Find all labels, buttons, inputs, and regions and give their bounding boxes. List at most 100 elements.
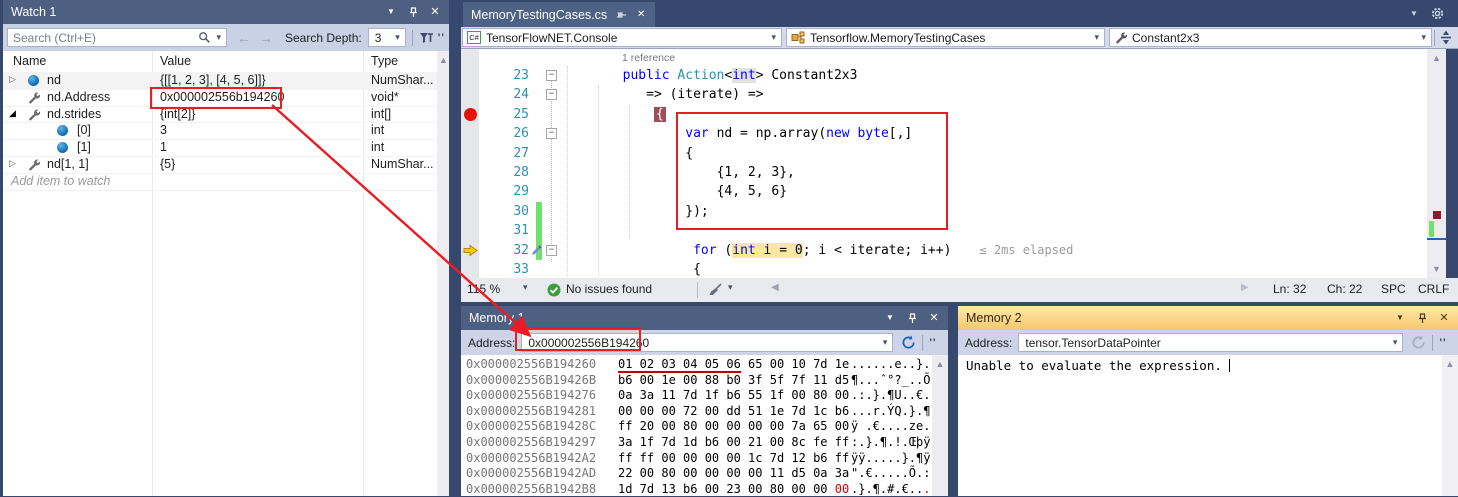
memory-hex-bytes[interactable]: 3a 1f 7d 1d b6 00 21 00 8c fe ff [618, 435, 849, 451]
expand-icon[interactable]: ▷ [9, 158, 16, 169]
hscroll-right-icon[interactable]: ▶ [1241, 282, 1249, 293]
pin-icon[interactable] [906, 312, 918, 324]
watch-value[interactable]: 3 [160, 123, 167, 137]
column-header-value[interactable]: Value [160, 54, 191, 68]
scroll-up-icon[interactable]: ▲ [932, 359, 948, 369]
code-text[interactable]: }); [685, 202, 708, 221]
watch-name[interactable]: [0] [77, 123, 91, 137]
scroll-up-icon[interactable]: ▲ [1442, 359, 1458, 369]
watch-row[interactable]: Add item to watch [3, 173, 437, 191]
memory-row[interactable]: 0x000002556B1942A2ff ff 00 00 00 00 1c 7… [461, 451, 931, 467]
code-line[interactable]: 27{ [461, 144, 1427, 163]
memory2-scrollbar[interactable]: ▲ [1442, 355, 1458, 496]
health-status-text[interactable]: No issues found [566, 282, 652, 296]
watch-row[interactable]: ◢nd.strides{int[2]}int[] [3, 106, 437, 124]
code-text[interactable]: { [654, 105, 666, 124]
member-dropdown[interactable]: Constant2x3 ▾ [1109, 28, 1432, 47]
tab-close-icon[interactable]: ✕ [635, 9, 647, 21]
memory-row[interactable]: 0x000002556B1942B81d 7d 13 b6 00 23 00 8… [461, 482, 931, 497]
hscroll-left-icon[interactable]: ◀ [771, 282, 779, 293]
memory-row[interactable]: 0x000002556B1942760a 3a 11 7d 1f b6 55 1… [461, 388, 931, 404]
memory1-scrollbar[interactable]: ▲ [932, 355, 948, 496]
memory-row[interactable]: 0x000002556B1942973a 1f 7d 1d b6 00 21 0… [461, 435, 931, 451]
code-text[interactable]: for (int i = 0; i < iterate; i++)≤ 2ms e… [693, 241, 1073, 260]
code-text[interactable]: { [693, 260, 701, 279]
memory-hex-bytes[interactable]: ff 20 00 80 00 00 00 00 7a 65 00 [618, 419, 849, 435]
memory-row[interactable]: 0x000002556B19428100 00 00 72 00 dd 51 1… [461, 404, 931, 420]
code-text[interactable]: public Action<int> Constant2x3 [623, 66, 858, 85]
search-icon[interactable] [198, 31, 211, 44]
watch-row[interactable]: ▷nd[1, 1]{5}NumShar... [3, 156, 437, 174]
fold-collapse-icon[interactable]: − [546, 70, 557, 81]
watch-row[interactable]: ▷nd{[[1, 2, 3], [4, 5, 6]]}NumShar... [3, 72, 437, 90]
code-line[interactable]: 23−public Action<int> Constant2x3 [461, 66, 1427, 85]
memory2-titlebar[interactable]: Memory 2 ▼ ✕ [958, 306, 1458, 330]
refresh-icon[interactable] [901, 335, 916, 350]
window-menu-icon[interactable]: ▼ [1394, 312, 1406, 324]
code-line[interactable]: 26−var nd = np.array(new byte[,] [461, 124, 1427, 143]
memory1-address-input[interactable]: 0x000002556B194260 ▾ [521, 333, 893, 352]
toolbar-overflow-icon[interactable]: '' [929, 337, 936, 349]
code-line[interactable]: 24−=> (iterate) => [461, 85, 1427, 104]
window-menu-icon[interactable]: ▼ [385, 6, 397, 18]
code-line[interactable]: 29{4, 5, 6} [461, 182, 1427, 201]
scroll-up-icon[interactable]: ▲ [1427, 53, 1446, 63]
memory-hex-bytes[interactable]: 00 00 00 72 00 dd 51 1e 7d 1c b6 [618, 404, 849, 420]
expand-icon[interactable]: ▷ [9, 74, 16, 85]
close-icon[interactable]: ✕ [928, 312, 940, 324]
broom-dropdown-icon[interactable]: ▾ [728, 282, 733, 293]
fold-collapse-icon[interactable]: − [546, 89, 557, 100]
code-text[interactable]: {1, 2, 3}, [717, 163, 795, 182]
memory-row[interactable]: 0x000002556B19426Bb6 00 1e 00 88 b0 3f 5… [461, 373, 931, 389]
memory1-titlebar[interactable]: Memory 1 ▼ ✕ [461, 306, 948, 330]
search-depth-select[interactable]: 3 ▾ [368, 28, 406, 47]
nav-back-icon[interactable]: ← [237, 30, 251, 46]
memory2-address-input[interactable]: tensor.TensorDataPointer ▾ [1018, 333, 1403, 352]
collapse-icon[interactable]: ◢ [9, 108, 16, 119]
formatting-broom-icon[interactable] [708, 283, 723, 297]
watch-value[interactable]: 0x000002556b194260 [160, 90, 284, 104]
code-line[interactable]: 31 [461, 221, 1427, 240]
memory-row[interactable]: 0x000002556B1942AD22 00 80 00 00 00 00 1… [461, 466, 931, 482]
watch-value[interactable]: {[[1, 2, 3], [4, 5, 6]]} [160, 73, 266, 87]
watch-scrollbar[interactable]: ▲ [438, 51, 449, 496]
breakpoint-icon[interactable] [464, 108, 477, 121]
fold-collapse-icon[interactable]: − [546, 245, 557, 256]
memory-hex-bytes[interactable]: ff ff 00 00 00 00 1c 7d 12 b6 ff [618, 451, 849, 467]
watch-name[interactable]: nd[1, 1] [47, 157, 89, 171]
watch-value[interactable]: {int[2]} [160, 107, 195, 121]
scroll-down-icon[interactable]: ▼ [1427, 264, 1446, 274]
memory-row[interactable]: 0x000002556B19428Cff 20 00 80 00 00 00 0… [461, 419, 931, 435]
memory-hex-bytes[interactable]: 0a 3a 11 7d 1f b6 55 1f 00 80 00 [618, 388, 849, 404]
code-editor[interactable]: 1 reference 23−public Action<int> Consta… [461, 49, 1427, 278]
window-menu-icon[interactable]: ▼ [884, 312, 896, 324]
pin-icon[interactable] [407, 6, 419, 18]
watch-row[interactable]: [1]1int [3, 139, 437, 157]
code-text[interactable]: { [685, 144, 693, 163]
column-header-name[interactable]: Name [13, 54, 46, 68]
filter-icon[interactable] [419, 31, 434, 45]
code-line[interactable]: 32−for (int i = 0; i < iterate; i++)≤ 2m… [461, 241, 1427, 260]
watch-name[interactable]: nd [47, 73, 61, 87]
column-header-type[interactable]: Type [371, 54, 398, 68]
code-line[interactable]: 25{ [461, 105, 1427, 124]
codelens-references[interactable]: 1 reference [622, 52, 675, 64]
watch-titlebar[interactable]: Watch 1 ▼ ✕ [3, 0, 449, 24]
memory-hex-bytes[interactable]: 22 00 80 00 00 00 00 11 d5 0a 3a [618, 466, 849, 482]
search-input[interactable]: Search (Ctrl+E) ▾ [7, 28, 227, 47]
code-text[interactable]: {4, 5, 6} [717, 182, 787, 201]
tab-pin-icon[interactable] [615, 9, 627, 21]
type-dropdown[interactable]: Tensorflow.MemoryTestingCases ▾ [786, 28, 1105, 47]
watch-row[interactable]: [0]3int [3, 122, 437, 140]
memory-hex-bytes[interactable]: 1d 7d 13 b6 00 23 00 80 00 00 00 [618, 482, 849, 497]
code-line[interactable]: 30}); [461, 202, 1427, 221]
editor-settings-gear-icon[interactable] [1430, 6, 1445, 21]
toolbar-overflow-icon[interactable]: '' [1439, 337, 1446, 349]
zoom-dropdown-icon[interactable]: ▾ [523, 282, 528, 293]
health-check-icon[interactable] [547, 283, 561, 297]
nav-forward-icon[interactable]: → [259, 30, 273, 46]
fold-collapse-icon[interactable]: − [546, 128, 557, 139]
watch-name[interactable]: [1] [77, 140, 91, 154]
editor-window-menu-icon[interactable]: ▼ [1408, 8, 1420, 20]
watch-value[interactable]: {5} [160, 157, 175, 171]
